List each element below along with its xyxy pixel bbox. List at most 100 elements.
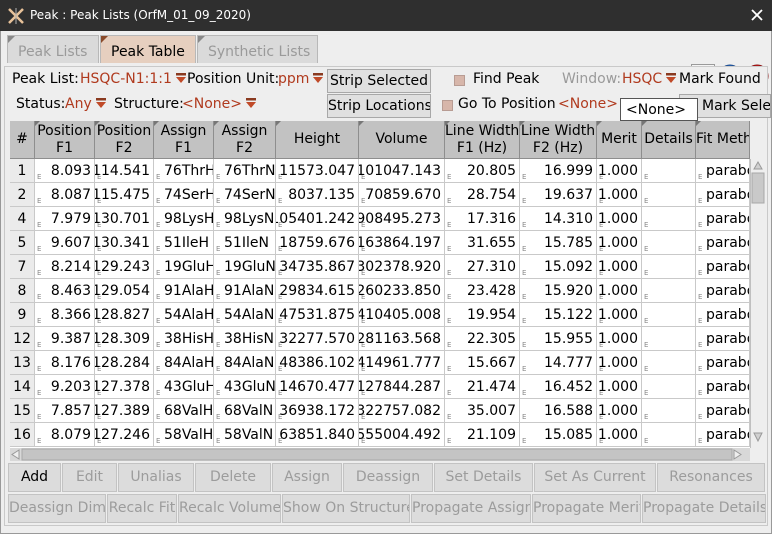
table-cell[interactable]: E 14.310 xyxy=(520,207,597,231)
table-cell[interactable]: E 15.785 xyxy=(520,231,597,255)
table-cell[interactable]: 2 xyxy=(10,183,35,207)
action-button[interactable]: Recalc Volume xyxy=(178,494,281,523)
table-cell[interactable]: E 21.474 xyxy=(445,375,520,399)
table-cell[interactable]: E 114.541 xyxy=(95,159,154,183)
table-cell[interactable]: E 127844.287 xyxy=(359,375,445,399)
table-cell[interactable]: E 281163.568 xyxy=(359,327,445,351)
table-cell[interactable]: Eparabo xyxy=(696,399,750,423)
strip-selected-button[interactable]: Strip Selected xyxy=(327,69,431,93)
table-cell[interactable]: E 1.000 xyxy=(597,207,642,231)
table-cell[interactable]: E 8.087 xyxy=(35,183,95,207)
table-cell[interactable]: 15 xyxy=(10,399,35,423)
table-cell[interactable]: E 9.387 xyxy=(35,327,95,351)
table-cell[interactable]: E xyxy=(642,279,696,303)
action-button[interactable]: Edit xyxy=(62,463,117,492)
table-cell[interactable]: E 15.955 xyxy=(520,327,597,351)
table-cell[interactable]: E 91AlaH xyxy=(154,279,214,303)
table-cell[interactable]: E 74SerH xyxy=(154,183,214,207)
table-cell[interactable]: E 8.079 xyxy=(35,423,95,447)
table-cell[interactable]: E xyxy=(642,423,696,447)
table-cell[interactable]: 5 xyxy=(10,231,35,255)
find-peak-checkbox[interactable] xyxy=(454,75,465,86)
action-button[interactable]: Show On Structure xyxy=(282,494,410,523)
table-cell[interactable]: E 34735.867 xyxy=(276,255,359,279)
action-button[interactable]: Propagate Assign xyxy=(411,494,531,523)
position-unit-pulldown[interactable]: ppm xyxy=(278,71,324,87)
table-cell[interactable]: E 15.667 xyxy=(445,351,520,375)
table-cell[interactable]: E 163864.197 xyxy=(359,231,445,255)
table-cell[interactable]: E 76ThrH xyxy=(154,159,214,183)
action-button[interactable]: Assign xyxy=(272,463,342,492)
column-header[interactable]: # xyxy=(10,121,35,159)
mark-found-label[interactable]: Mark Found xyxy=(679,71,761,87)
table-cell[interactable]: E 98LysN xyxy=(214,207,276,231)
table-cell[interactable]: E 115.475 xyxy=(95,183,154,207)
table-cell[interactable]: Eparabo xyxy=(696,183,750,207)
pulldown-popup-menu[interactable]: <None> xyxy=(620,98,698,121)
table-cell[interactable]: E 16.588 xyxy=(520,399,597,423)
table-cell[interactable]: E xyxy=(642,255,696,279)
column-header[interactable]: Line Width F1 (Hz) xyxy=(445,121,520,159)
table-cell[interactable]: E 38HisH xyxy=(154,327,214,351)
table-cell[interactable]: E 76ThrN xyxy=(214,159,276,183)
table-cell[interactable]: E 20.805 xyxy=(445,159,520,183)
horizontal-scrollbar[interactable] xyxy=(10,448,750,461)
table-cell[interactable]: E 54AlaN xyxy=(214,303,276,327)
table-cell[interactable]: E xyxy=(642,303,696,327)
table-cell[interactable]: E 43GluN xyxy=(214,375,276,399)
table-cell[interactable]: E 8037.135 xyxy=(276,183,359,207)
table-cell[interactable]: E 16.999 xyxy=(520,159,597,183)
table-cell[interactable]: E 74SerN xyxy=(214,183,276,207)
table-cell[interactable]: E 8.176 xyxy=(35,351,95,375)
column-header[interactable]: Fit Meth xyxy=(696,121,750,159)
table-cell[interactable]: E xyxy=(642,351,696,375)
table-cell[interactable]: E xyxy=(642,399,696,423)
action-button[interactable]: Set As Current xyxy=(534,463,656,492)
action-button[interactable]: Propagate Details xyxy=(642,494,766,523)
table-cell[interactable]: Eparabo xyxy=(696,207,750,231)
table-cell[interactable]: 1 xyxy=(10,159,35,183)
table-cell[interactable]: E 28.754 xyxy=(445,183,520,207)
action-button[interactable]: Deassign xyxy=(343,463,433,492)
table-cell[interactable]: E 51IleH xyxy=(154,231,214,255)
table-cell[interactable]: E 128.284 xyxy=(95,351,154,375)
table-cell[interactable]: E 7.979 xyxy=(35,207,95,231)
table-cell[interactable]: E 105401.242 xyxy=(276,207,359,231)
table-cell[interactable]: E 127.389 xyxy=(95,399,154,423)
table-cell[interactable]: E 128.827 xyxy=(95,303,154,327)
table-cell[interactable]: E 1.000 xyxy=(597,159,642,183)
go-to-position-checkbox[interactable] xyxy=(442,100,453,111)
table-cell[interactable]: E 48386.102 xyxy=(276,351,359,375)
table-cell[interactable]: E 70859.670 xyxy=(359,183,445,207)
table-cell[interactable]: E 58ValN xyxy=(214,423,276,447)
table-cell[interactable]: E 1.000 xyxy=(597,327,642,351)
table-cell[interactable]: E xyxy=(642,231,696,255)
table-cell[interactable]: E 11573.047 xyxy=(276,159,359,183)
table-cell[interactable]: 14 xyxy=(10,375,35,399)
table-cell[interactable]: E 130.341 xyxy=(95,231,154,255)
vertical-scrollbar[interactable] xyxy=(750,159,765,448)
action-button[interactable]: Propagate Merit xyxy=(532,494,641,523)
table-cell[interactable]: E 101047.143 xyxy=(359,159,445,183)
table-cell[interactable]: E 1.000 xyxy=(597,279,642,303)
table-cell[interactable]: E 410405.008 xyxy=(359,303,445,327)
table-cell[interactable]: Eparabo xyxy=(696,423,750,447)
peak-list-pulldown[interactable]: HSQC-N1:1:1 xyxy=(80,71,187,87)
strip-locations-button[interactable]: Strip Locations xyxy=(327,94,431,118)
action-button[interactable]: Delete xyxy=(195,463,271,492)
column-header[interactable]: Assign F2 xyxy=(214,121,276,159)
table-cell[interactable]: E 68ValH xyxy=(154,399,214,423)
table-cell[interactable]: E 98LysH xyxy=(154,207,214,231)
tab-synthetic-lists[interactable]: Synthetic Lists xyxy=(197,35,318,63)
table-cell[interactable]: E 54AlaH xyxy=(154,303,214,327)
table-cell[interactable]: E 130.701 xyxy=(95,207,154,231)
tab-peak-table[interactable]: Peak Table xyxy=(100,35,196,63)
status-pulldown[interactable]: Any xyxy=(65,96,107,112)
table-cell[interactable]: E 15.085 xyxy=(520,423,597,447)
column-header[interactable]: Merit xyxy=(597,121,642,159)
column-header[interactable]: Position F1 xyxy=(35,121,95,159)
table-cell[interactable]: E 129.054 xyxy=(95,279,154,303)
table-cell[interactable]: 8 xyxy=(10,279,35,303)
table-cell[interactable]: E 1.000 xyxy=(597,303,642,327)
action-button[interactable]: Resonances xyxy=(657,463,765,492)
